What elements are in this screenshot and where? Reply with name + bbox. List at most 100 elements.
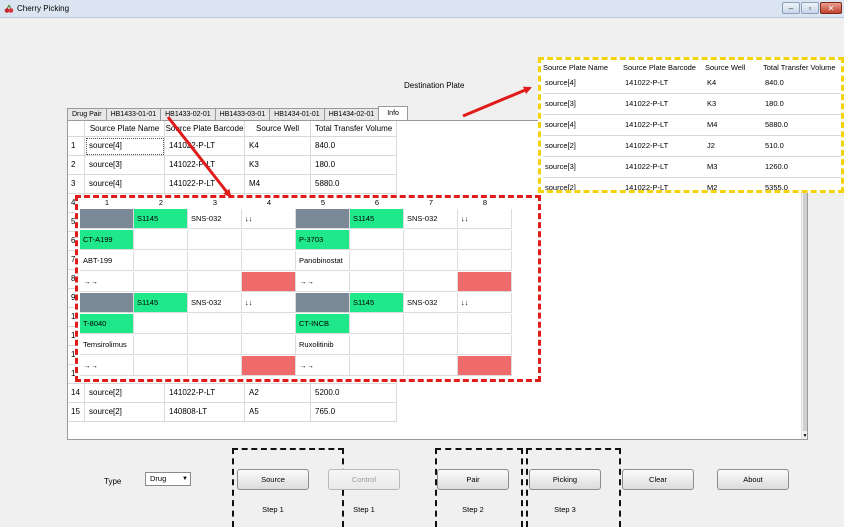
scrollbar-thumb[interactable] xyxy=(803,191,807,431)
plate-well xyxy=(188,356,242,376)
pair-button[interactable]: Pair xyxy=(437,469,509,490)
info-zoom-table: Source Plate Name Source Plate Barcode Sou… xyxy=(543,62,841,192)
info-zoom-cell: source[2] xyxy=(545,183,576,192)
plate-column-number: 6 xyxy=(374,198,380,207)
tab-hb1433-03-01[interactable]: HB1433-03-01 xyxy=(214,108,271,120)
table-row[interactable]: 2 source[3] 141022-P-LT K3 180.0 xyxy=(68,156,397,175)
plate-well: ↓↓ xyxy=(242,209,296,229)
plate-well: ↓↓ xyxy=(458,209,512,229)
cell-name[interactable]: source[3] xyxy=(85,156,165,175)
plate-well xyxy=(404,356,458,376)
plate-well xyxy=(350,356,404,376)
info-zoom-cell: 141022-P-LT xyxy=(625,141,669,150)
cell-well[interactable]: M4 xyxy=(245,175,311,194)
plate-well xyxy=(404,272,458,292)
minimize-button[interactable]: – xyxy=(782,2,800,14)
plate-well: CT-INCB xyxy=(296,314,350,334)
tab-info[interactable]: Info xyxy=(378,106,408,120)
info-zoom-cell: 5880.0 xyxy=(765,120,788,129)
info-zoom-cell: 141022-P-LT xyxy=(625,162,669,171)
cell-volume[interactable]: 5880.0 xyxy=(311,175,397,194)
plate-well xyxy=(134,314,188,334)
table-row[interactable]: 14 source[2] 141022-P-LT A2 5200.0 xyxy=(68,384,397,403)
column-header[interactable]: Total Transfer Volume xyxy=(311,121,397,137)
window-title: Cherry Picking xyxy=(17,4,70,13)
info-zoom-cell: 5355.0 xyxy=(765,183,788,192)
info-zoom-column-header: Source Plate Name xyxy=(543,63,609,72)
info-zoom-row: source[4] 141022-P-LT K4 840.0 xyxy=(543,73,841,94)
info-zoom-cell: source[4] xyxy=(545,78,576,87)
plate-well: SNS-032 xyxy=(188,209,242,229)
plate-well: ↓↓ xyxy=(458,293,512,313)
cherry-icon xyxy=(4,4,14,13)
column-header[interactable]: Source Plate Barcode xyxy=(165,121,245,137)
cell-volume[interactable]: 840.0 xyxy=(311,137,397,156)
plate-well: S1145 xyxy=(134,293,188,313)
cell-name[interactable]: source[4] xyxy=(85,137,165,156)
cell-well[interactable]: K3 xyxy=(245,156,311,175)
info-zoom-row: source[3] 141022-P-LT K3 180.0 xyxy=(543,94,841,115)
tab-hb1433-01-01[interactable]: HB1433-01-01 xyxy=(105,108,162,120)
plate-zoom-callout: 12345678 S1145 SNS-032 ↓↓ S1145 SNS-032 ↓↓ CT-… xyxy=(75,195,541,382)
plate-well xyxy=(404,230,458,250)
about-button[interactable]: About xyxy=(717,469,789,490)
tab-hb1434-01-01[interactable]: HB1434-01-01 xyxy=(269,108,325,120)
column-header[interactable]: Source Plate Name xyxy=(85,121,165,137)
plate-well: Panobinostat xyxy=(296,251,350,271)
plate-well: ABT-199 xyxy=(80,251,134,271)
plate-well xyxy=(350,272,404,292)
plate-well xyxy=(458,230,512,250)
tab-drug-pair[interactable]: Drug Pair xyxy=(67,108,107,120)
plate-well xyxy=(458,335,512,355)
plate-well xyxy=(188,251,242,271)
plate-well: T-8040 xyxy=(80,314,134,334)
plate-well xyxy=(350,335,404,355)
destination-plate-label: Destination Plate xyxy=(404,81,465,90)
cell-volume[interactable]: 765.0 xyxy=(311,403,397,422)
close-button[interactable]: ✕ xyxy=(820,2,842,14)
maximize-icon: ▫ xyxy=(808,4,812,13)
picking-button[interactable]: Picking xyxy=(529,469,601,490)
cell-barcode[interactable]: 141022-P-LT xyxy=(165,384,245,403)
info-zoom-cell: 840.0 xyxy=(765,78,784,87)
scroll-down-icon[interactable]: ▼ xyxy=(802,433,807,439)
row-number-header xyxy=(68,121,85,137)
cell-name[interactable]: source[4] xyxy=(85,175,165,194)
cell-volume[interactable]: 180.0 xyxy=(311,156,397,175)
row-number: 14 xyxy=(68,384,85,403)
cell-barcode[interactable]: 140808-LT xyxy=(165,403,245,422)
cell-barcode[interactable]: 141022-P-LT xyxy=(165,156,245,175)
info-zoom-cell: source[4] xyxy=(545,120,576,129)
plate-well: →→ xyxy=(296,272,350,292)
tab-hb1433-02-01[interactable]: HB1433-02-01 xyxy=(160,108,216,120)
cell-well[interactable]: A2 xyxy=(245,384,311,403)
tab-hb1434-02-01[interactable]: HB1434-02-01 xyxy=(323,108,380,120)
table-row[interactable]: 3 source[4] 141022-P-LT M4 5880.0 xyxy=(68,175,397,194)
maximize-button[interactable]: ▫ xyxy=(801,2,819,14)
plate-well: P-3703 xyxy=(296,230,350,250)
control-button[interactable]: Control xyxy=(328,469,400,490)
cell-barcode[interactable]: 141022-P-LT xyxy=(165,137,245,156)
table-row[interactable]: 1 source[4] 141022-P-LT K4 840.0 xyxy=(68,137,397,156)
info-zoom-cell: 141022-P-LT xyxy=(625,183,669,192)
plate-well xyxy=(134,335,188,355)
type-label: Type xyxy=(104,477,122,486)
plate-well xyxy=(134,272,188,292)
cell-well[interactable]: A5 xyxy=(245,403,311,422)
plate-column-number: 5 xyxy=(320,198,326,207)
picking-step-label: Step 3 xyxy=(554,505,576,514)
plate-well xyxy=(242,335,296,355)
cell-well[interactable]: K4 xyxy=(245,137,311,156)
plate-well: Ruxolitinib xyxy=(296,335,350,355)
type-select[interactable]: Drug ▼ xyxy=(145,472,191,486)
plate-well: SNS-032 xyxy=(188,293,242,313)
column-header[interactable]: Source Well xyxy=(245,121,311,137)
cell-barcode[interactable]: 141022-P-LT xyxy=(165,175,245,194)
cell-volume[interactable]: 5200.0 xyxy=(311,384,397,403)
source-button[interactable]: Source xyxy=(237,469,309,490)
clear-button[interactable]: Clear xyxy=(622,469,694,490)
table-row[interactable]: 15 source[2] 140808-LT A5 765.0 xyxy=(68,403,397,422)
cell-name[interactable]: source[2] xyxy=(85,403,165,422)
plate-well: ↓↓ xyxy=(242,293,296,313)
cell-name[interactable]: source[2] xyxy=(85,384,165,403)
